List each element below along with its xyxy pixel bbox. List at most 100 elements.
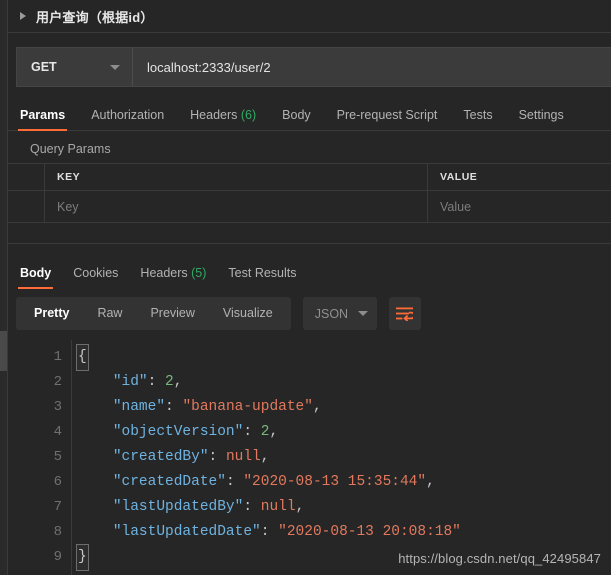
- tab-params[interactable]: Params: [20, 108, 65, 130]
- header-key-cell: KEY: [45, 164, 428, 190]
- view-mode-visualize[interactable]: Visualize: [209, 297, 287, 330]
- row-checkbox-cell[interactable]: [8, 191, 45, 222]
- code-line: "createdBy": null,: [78, 445, 611, 470]
- chevron-down-icon: [358, 311, 368, 316]
- http-method-label: GET: [31, 60, 57, 74]
- json-colon: :: [226, 474, 243, 490]
- response-tab-body[interactable]: Body: [20, 266, 51, 288]
- json-key: "id": [113, 374, 148, 390]
- json-key: "createdDate": [113, 474, 226, 490]
- json-key: "name": [113, 399, 165, 415]
- query-params-label: Query Params: [8, 134, 611, 164]
- code-line: {: [78, 345, 611, 370]
- tab-settings[interactable]: Settings: [519, 108, 564, 130]
- tab-body[interactable]: Body: [282, 108, 311, 130]
- request-tabs: Params Authorization Headers (6) Body Pre-re…: [8, 99, 611, 131]
- word-wrap-button[interactable]: [389, 297, 421, 330]
- watermark: https://blog.csdn.net/qq_42495847: [398, 551, 601, 566]
- json-comma: ,: [296, 499, 305, 515]
- response-toolbar: PrettyRawPreviewVisualize JSON: [16, 297, 611, 330]
- json-value: "2020-08-13 15:35:44": [243, 474, 426, 490]
- query-params-table: KEY VALUE Key Value: [8, 164, 611, 223]
- tab-count-badge: (5): [188, 266, 207, 280]
- left-scrollbar-thumb[interactable]: [0, 331, 7, 371]
- url-input[interactable]: localhost:2333/user/2: [133, 48, 611, 86]
- tab-label: Test Results: [228, 266, 296, 280]
- json-colon: :: [243, 499, 260, 515]
- json-brace: }: [77, 545, 88, 570]
- header-checkbox-cell: [8, 164, 45, 190]
- line-number: 8: [8, 520, 71, 545]
- line-number: 2: [8, 370, 71, 395]
- tab-label: Headers: [190, 108, 237, 122]
- json-brace: {: [77, 345, 88, 370]
- json-key: "lastUpdatedBy": [113, 499, 244, 515]
- code-line: "lastUpdatedDate": "2020-08-13 20:08:18": [78, 520, 611, 545]
- view-mode-preview[interactable]: Preview: [136, 297, 208, 330]
- request-title: 用户查询（根据id）: [36, 7, 154, 26]
- caret-right-icon[interactable]: [20, 12, 26, 20]
- request-header: 用户查询（根据id）: [8, 0, 611, 33]
- response-tab-test-results[interactable]: Test Results: [228, 266, 296, 288]
- line-number: 9: [8, 545, 71, 570]
- table-row[interactable]: Key Value: [8, 191, 611, 223]
- json-value: null: [226, 449, 261, 465]
- tab-label: Params: [20, 108, 65, 122]
- value-input-placeholder[interactable]: Value: [440, 200, 471, 214]
- response-format-label: JSON: [315, 307, 348, 321]
- line-number: 6: [8, 470, 71, 495]
- tab-label: Tests: [463, 108, 492, 122]
- left-scroll-rail[interactable]: [0, 0, 8, 575]
- url-bar: GET localhost:2333/user/2: [16, 47, 611, 87]
- word-wrap-icon: [396, 307, 413, 321]
- response-tab-headers[interactable]: Headers (5): [140, 266, 206, 288]
- http-method-select[interactable]: GET: [17, 48, 133, 86]
- code-content[interactable]: { "id": 2, "name": "banana-update", "obj…: [72, 340, 611, 575]
- json-colon: :: [261, 524, 278, 540]
- json-comma: ,: [174, 374, 183, 390]
- response-tabs: Body Cookies Headers (5) Test Results: [8, 255, 611, 288]
- tab-authorization[interactable]: Authorization: [91, 108, 164, 130]
- code-line: "createdDate": "2020-08-13 15:35:44",: [78, 470, 611, 495]
- column-header-key: KEY: [57, 171, 80, 183]
- json-value: "2020-08-13 20:08:18": [278, 524, 461, 540]
- line-number: 5: [8, 445, 71, 470]
- view-mode-raw[interactable]: Raw: [83, 297, 136, 330]
- row-value-cell[interactable]: Value: [428, 191, 611, 222]
- json-value: null: [261, 499, 296, 515]
- json-comma: ,: [269, 424, 278, 440]
- json-value: 2: [165, 374, 174, 390]
- json-colon: :: [148, 374, 165, 390]
- code-line: "id": 2,: [78, 370, 611, 395]
- line-number: 1: [8, 345, 71, 370]
- json-key: "createdBy": [113, 449, 209, 465]
- table-header-row: KEY VALUE: [8, 164, 611, 191]
- tab-tests[interactable]: Tests: [463, 108, 492, 130]
- code-line: "objectVersion": 2,: [78, 420, 611, 445]
- tab-pre-request-script[interactable]: Pre-request Script: [337, 108, 438, 130]
- response-body-viewer[interactable]: 123456789 { "id": 2, "name": "banana-upd…: [8, 340, 611, 575]
- tab-label: Headers: [140, 266, 187, 280]
- response-format-select[interactable]: JSON: [303, 297, 377, 330]
- column-header-value: VALUE: [440, 171, 477, 183]
- pane-splitter[interactable]: [8, 244, 611, 255]
- chevron-down-icon: [110, 65, 120, 70]
- key-input-placeholder[interactable]: Key: [57, 200, 79, 214]
- json-comma: ,: [313, 399, 322, 415]
- json-key: "lastUpdatedDate": [113, 524, 261, 540]
- json-colon: :: [209, 449, 226, 465]
- view-mode-pretty[interactable]: Pretty: [20, 297, 83, 330]
- code-line: "name": "banana-update",: [78, 395, 611, 420]
- tab-headers[interactable]: Headers (6): [190, 108, 256, 130]
- table-empty-area: [8, 224, 611, 244]
- json-value: "banana-update": [182, 399, 313, 415]
- response-tab-cookies[interactable]: Cookies: [73, 266, 118, 288]
- response-view-mode-group: PrettyRawPreviewVisualize: [16, 297, 291, 330]
- tab-label: Authorization: [91, 108, 164, 122]
- tab-count-badge: (6): [237, 108, 256, 122]
- json-comma: ,: [261, 449, 270, 465]
- code-line-numbers: 123456789: [8, 340, 72, 575]
- json-colon: :: [165, 399, 182, 415]
- row-key-cell[interactable]: Key: [45, 191, 428, 222]
- tab-label: Body: [282, 108, 311, 122]
